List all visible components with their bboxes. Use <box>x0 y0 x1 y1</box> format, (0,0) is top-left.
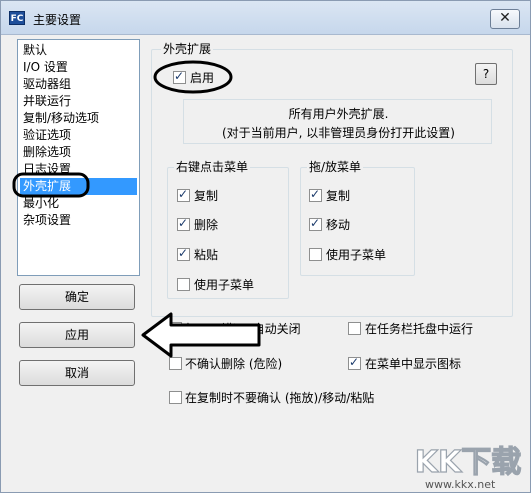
annotation-arrow <box>141 312 261 358</box>
annotation-ellipse-enable <box>153 60 233 94</box>
annotation-highlight-list <box>12 172 90 198</box>
settings-window: FC 主要设置 ✕ 默认 I/O 设置 驱动器组 并联运行 复制/移动选项 验证… <box>0 0 531 493</box>
annotation-overlay <box>12 60 261 358</box>
